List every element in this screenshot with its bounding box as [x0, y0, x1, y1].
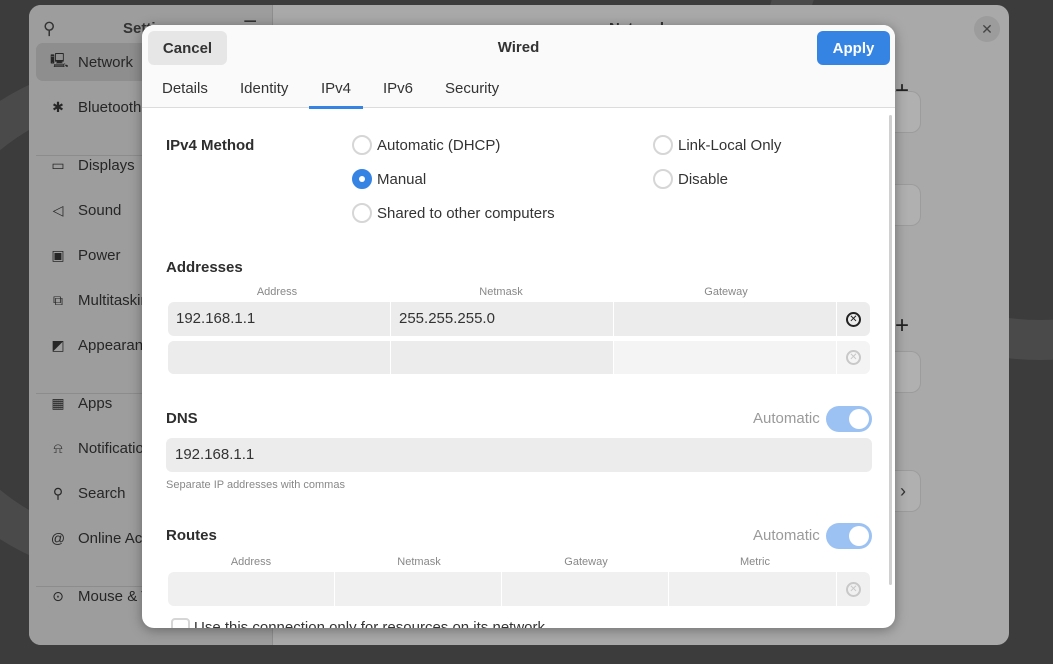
netmask-field[interactable] — [391, 341, 614, 374]
add-icon[interactable]: + — [895, 312, 909, 340]
dns-label: DNS — [166, 410, 198, 427]
column-header: Gateway — [704, 286, 748, 298]
tab-security[interactable]: Security — [445, 80, 499, 97]
dns-hint: Separate IP addresses with commas — [166, 479, 345, 491]
clear-icon: ✕ — [846, 350, 861, 365]
route-row: ✕ — [168, 572, 870, 606]
dialog-title: Wired — [497, 39, 540, 56]
bell-icon: ⍾ — [53, 439, 63, 456]
route-netmask-field[interactable] — [335, 572, 502, 606]
radio-label: Disable — [678, 170, 729, 188]
routes-label: Routes — [166, 527, 217, 544]
address-row: 192.168.1.1 255.255.255.0 ✕ — [168, 302, 870, 336]
apps-icon: ▦ — [51, 394, 65, 411]
addresses-label: Addresses — [166, 259, 243, 276]
tab-details[interactable]: Details — [162, 80, 208, 97]
radio-disable[interactable]: Disable — [653, 169, 728, 189]
column-header: Address — [230, 556, 272, 568]
at-icon: @ — [50, 530, 66, 546]
display-icon: ▭ — [51, 156, 65, 173]
scrollbar[interactable] — [889, 115, 892, 585]
radio-circle[interactable] — [352, 135, 372, 155]
radio-circle[interactable] — [653, 169, 673, 189]
sidebar-item-label: Apps — [78, 394, 113, 412]
tab-ipv6[interactable]: IPv6 — [383, 80, 413, 97]
only-local-checkbox[interactable] — [171, 618, 190, 628]
radio-label: Link-Local Only — [678, 136, 782, 154]
wired-dialog: Cancel Wired Apply Details Identity IPv4 IP… — [142, 25, 895, 628]
radio-circle[interactable] — [653, 135, 673, 155]
address-field[interactable] — [168, 341, 391, 374]
address-row: ✕ — [168, 341, 870, 374]
column-header: Netmask — [397, 556, 441, 568]
appearance-icon: ◩ — [51, 336, 65, 353]
sidebar-item-label: Search — [78, 484, 126, 502]
power-icon: ▣ — [51, 246, 65, 263]
radio-label: Manual — [377, 170, 427, 188]
tab-ipv4[interactable]: IPv4 — [309, 80, 364, 109]
dns-automatic-toggle[interactable] — [826, 406, 872, 432]
delete-address-button[interactable]: ✕ — [837, 302, 870, 336]
radio-circle[interactable] — [352, 169, 372, 189]
sidebar-item-label: Sound — [78, 201, 122, 219]
clear-icon: ✕ — [846, 311, 861, 327]
column-header: Address — [256, 286, 298, 298]
proxy-card[interactable]: › — [895, 470, 921, 512]
netmask-field[interactable]: 255.255.255.0 — [391, 302, 614, 336]
routes-automatic-toggle[interactable] — [826, 523, 872, 549]
radio-link-local-only[interactable]: Link-Local Only — [653, 135, 781, 155]
radio-shared-to-other-computers[interactable]: Shared to other computers — [352, 203, 555, 223]
route-gateway-field[interactable] — [502, 572, 669, 606]
connection-card[interactable] — [895, 184, 921, 226]
ipv4-method-label: IPv4 Method — [166, 137, 255, 154]
mouse-icon: ⊙ — [52, 587, 64, 604]
column-header: Netmask — [479, 286, 523, 298]
clear-icon: ✕ — [846, 581, 861, 597]
close-button[interactable]: ✕ — [974, 16, 1000, 42]
network-icon: 🖳 — [50, 52, 69, 68]
tab-identity[interactable]: Identity — [240, 80, 288, 97]
bluetooth-icon: ✱ — [52, 98, 64, 115]
search-icon[interactable]: ⚲ — [43, 19, 55, 39]
sidebar-item-label: Power — [78, 246, 121, 264]
route-address-field[interactable] — [168, 572, 335, 606]
radio-label: Automatic (DHCP) — [377, 136, 501, 154]
search-icon: ⚲ — [52, 484, 64, 501]
column-header: Metric — [740, 556, 770, 568]
speaker-icon: ◁ — [52, 201, 64, 218]
dns-input[interactable]: 192.168.1.1 — [166, 438, 872, 472]
column-header: Gateway — [564, 556, 608, 568]
routes-automatic-label: Automatic — [753, 527, 820, 544]
dns-automatic-label: Automatic — [753, 410, 820, 427]
delete-address-button[interactable]: ✕ — [837, 341, 870, 374]
gateway-field[interactable] — [614, 341, 837, 374]
connection-card[interactable] — [895, 351, 921, 393]
radio-manual[interactable]: Manual — [352, 169, 426, 189]
only-local-checkbox-row[interactable]: Use this connection only for resources o… — [171, 618, 545, 628]
sidebar-item-label: Network — [78, 53, 134, 71]
route-metric-field[interactable] — [669, 572, 837, 606]
radio-circle[interactable] — [352, 203, 372, 223]
address-field[interactable]: 192.168.1.1 — [168, 302, 391, 336]
gateway-field[interactable] — [614, 302, 837, 336]
delete-route-button[interactable]: ✕ — [837, 572, 870, 606]
multitasking-icon: ⧉ — [53, 291, 63, 308]
sidebar-item-label: Displays — [78, 156, 135, 174]
apply-button[interactable]: Apply — [817, 31, 890, 65]
connection-card[interactable] — [895, 91, 921, 133]
only-local-label: Use this connection only for resources o… — [194, 619, 545, 628]
radio-automatic-dhcp[interactable]: Automatic (DHCP) — [352, 135, 500, 155]
radio-label: Shared to other computers — [377, 204, 555, 222]
dialog-header: Cancel Wired Apply Details Identity IPv4 IP… — [142, 25, 895, 109]
sidebar-item-label: Bluetooth — [78, 98, 142, 116]
